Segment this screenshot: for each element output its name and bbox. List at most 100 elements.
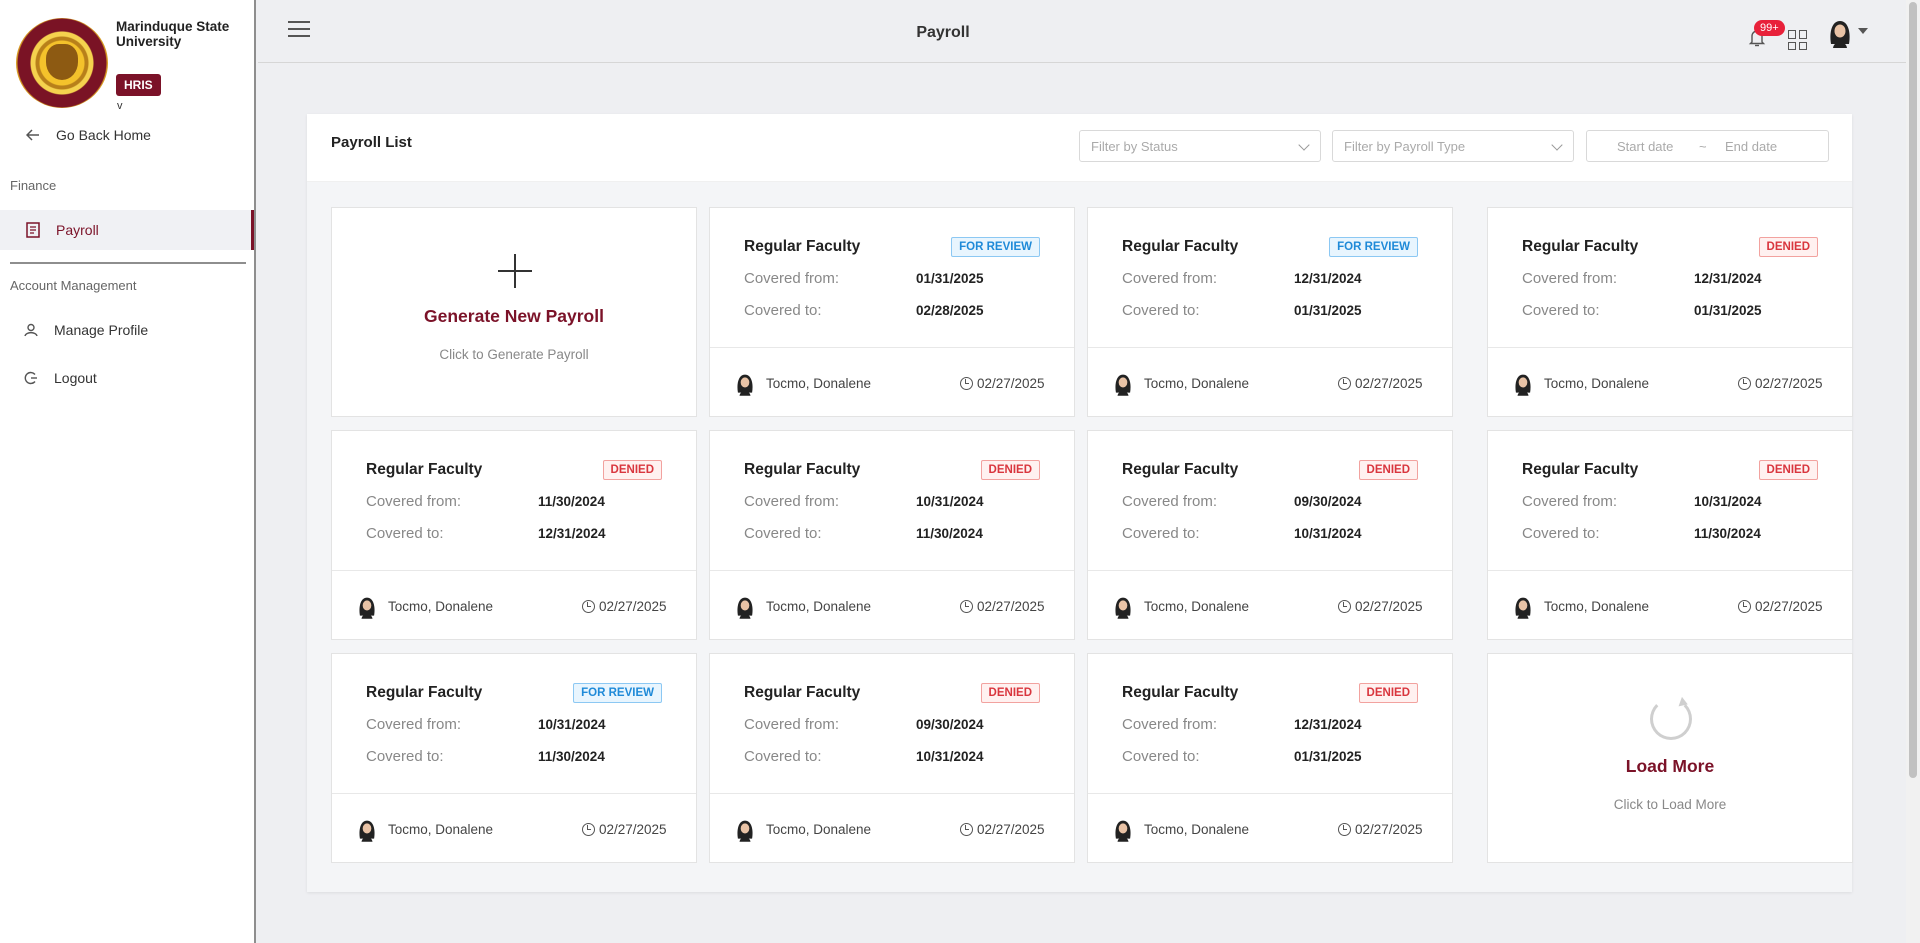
payroll-card-footer: Tocmo, Donalene 02/27/2025 [332, 572, 696, 640]
covered-to-value: 02/28/2025 [916, 303, 984, 318]
payroll-card-footer: Tocmo, Donalene 02/27/2025 [1088, 572, 1452, 640]
covered-from-value: 09/30/2024 [1294, 494, 1362, 509]
apps-grid-icon[interactable] [1788, 30, 1808, 50]
payroll-card[interactable]: Regular Faculty DENIED Covered from: 12/31/… [1487, 207, 1853, 417]
clock-icon [582, 823, 595, 836]
covered-to-value: 01/31/2025 [1294, 749, 1362, 764]
payroll-card[interactable]: Regular Faculty DENIED Covered from: 11/30/… [331, 430, 697, 640]
clock-icon [1738, 377, 1751, 390]
covered-from-label: Covered from: [744, 716, 840, 733]
sidebar-item-manage-profile[interactable]: Manage Profile [0, 310, 254, 350]
payroll-card[interactable]: Regular Faculty FOR REVIEW Covered from: 10… [331, 653, 697, 863]
covered-to-label: Covered to: [744, 748, 822, 765]
payroll-card-footer: Tocmo, Donalene 02/27/2025 [1488, 572, 1852, 640]
created-by-name: Tocmo, Donalene [1544, 376, 1650, 391]
status-badge: FOR REVIEW [573, 683, 662, 703]
chevron-down-icon [1298, 139, 1310, 151]
covered-from-value: 01/31/2025 [916, 271, 984, 286]
payroll-card[interactable]: Regular Faculty DENIED Covered from: 12/31/… [1087, 653, 1453, 863]
payroll-card-title: Regular Faculty [744, 684, 861, 701]
created-date: 02/27/2025 [1755, 376, 1823, 391]
covered-to-value: 11/30/2024 [916, 526, 983, 541]
payroll-card-body: Regular Faculty DENIED Covered from: 12/31/… [1088, 654, 1452, 794]
sidebar-divider [10, 262, 246, 264]
covered-from-label: Covered from: [1522, 493, 1618, 510]
covered-to-value: 12/31/2024 [538, 526, 606, 541]
status-badge: DENIED [1358, 683, 1418, 703]
sidebar-item-logout[interactable]: Logout [0, 358, 254, 398]
university-logo [16, 18, 108, 108]
logout-icon [22, 369, 40, 387]
status-filter-select[interactable]: Filter by Status [1079, 130, 1321, 162]
go-back-home-link[interactable]: Go Back Home [0, 115, 254, 155]
user-avatar [734, 372, 756, 396]
payroll-card-title: Regular Faculty [366, 684, 483, 701]
start-date-input[interactable]: Start date [1617, 139, 1673, 154]
covered-to-label: Covered to: [366, 748, 444, 765]
status-filter-placeholder: Filter by Status [1091, 139, 1178, 154]
covered-to-label: Covered to: [1522, 525, 1600, 542]
user-avatar[interactable] [1826, 18, 1854, 48]
chevron-down-icon[interactable] [1858, 28, 1868, 34]
user-avatar [1512, 595, 1534, 619]
clock-icon [1338, 823, 1351, 836]
covered-to-value: 11/30/2024 [538, 749, 605, 764]
covered-to-label: Covered to: [1122, 748, 1200, 765]
hris-badge: HRIS [116, 74, 161, 96]
load-more-card[interactable]: Load More Click to Load More [1487, 653, 1853, 863]
payroll-card-body: Regular Faculty FOR REVIEW Covered from: 10… [332, 654, 696, 794]
plus-icon [498, 254, 532, 288]
payroll-card[interactable]: Regular Faculty DENIED Covered from: 09/30/… [1087, 430, 1453, 640]
created-date: 02/27/2025 [1355, 599, 1423, 614]
notification-badge: 99+ [1754, 20, 1785, 36]
payroll-card[interactable]: Regular Faculty FOR REVIEW Covered from: 01… [709, 207, 1075, 417]
created-date: 02/27/2025 [599, 822, 667, 837]
clock-icon [960, 823, 973, 836]
payroll-card-title: Regular Faculty [1522, 238, 1639, 255]
user-avatar [1112, 372, 1134, 396]
covered-from-label: Covered from: [1122, 270, 1218, 287]
clock-icon [1338, 600, 1351, 613]
payroll-card-footer: Tocmo, Donalene 02/27/2025 [710, 795, 1074, 863]
payroll-card[interactable]: Regular Faculty DENIED Covered from: 10/31/… [709, 430, 1075, 640]
payroll-card-footer: Tocmo, Donalene 02/27/2025 [332, 795, 696, 863]
covered-to-value: 10/31/2024 [1294, 526, 1362, 541]
payroll-type-filter-select[interactable]: Filter by Payroll Type [1332, 130, 1574, 162]
load-more-subtitle: Click to Load More [1613, 797, 1727, 812]
payroll-list-panel: Payroll List Filter by Status Filter by … [307, 114, 1853, 892]
status-badge: FOR REVIEW [1329, 237, 1418, 257]
clock-icon [960, 377, 973, 390]
payroll-card[interactable]: Regular Faculty DENIED Covered from: 10/31/… [1487, 430, 1853, 640]
payroll-card-footer: Tocmo, Donalene 02/27/2025 [1088, 795, 1452, 863]
load-more-title: Load More [1625, 756, 1715, 776]
payroll-card-body: Regular Faculty FOR REVIEW Covered from: 12… [1088, 208, 1452, 348]
date-range-picker[interactable]: Start date ~ End date [1586, 130, 1829, 162]
page-scrollbar[interactable] [1906, 0, 1920, 943]
payroll-card[interactable]: Regular Faculty FOR REVIEW Covered from: 12… [1087, 207, 1453, 417]
payroll-card[interactable]: Regular Faculty DENIED Covered from: 09/30/… [709, 653, 1075, 863]
created-date: 02/27/2025 [599, 599, 667, 614]
payroll-card-title: Regular Faculty [1122, 238, 1239, 255]
clock-icon [960, 600, 973, 613]
covered-from-value: 10/31/2024 [1694, 494, 1762, 509]
covered-from-value: 12/31/2024 [1694, 271, 1762, 286]
panel-header: Payroll List Filter by Status Filter by … [307, 114, 1852, 182]
status-badge: DENIED [1758, 460, 1818, 480]
generate-payroll-subtitle: Click to Generate Payroll [439, 347, 589, 362]
status-badge: DENIED [980, 683, 1040, 703]
covered-from-label: Covered from: [1122, 493, 1218, 510]
sidebar: Marinduque State University HRIS v Go Ba… [0, 0, 256, 943]
brand: Marinduque State University HRIS v [16, 18, 256, 118]
payroll-card-title: Regular Faculty [1122, 461, 1239, 478]
user-avatar [1112, 595, 1134, 619]
created-date: 02/27/2025 [1755, 599, 1823, 614]
created-by-name: Tocmo, Donalene [388, 822, 494, 837]
sidebar-item-payroll[interactable]: Payroll [0, 210, 254, 250]
university-name: Marinduque State University [116, 19, 230, 49]
end-date-input[interactable]: End date [1725, 139, 1777, 154]
payroll-card-title: Regular Faculty [744, 461, 861, 478]
generate-payroll-card[interactable]: Generate New Payroll Click to Generate P… [331, 207, 697, 417]
created-by-name: Tocmo, Donalene [1144, 822, 1250, 837]
created-by-name: Tocmo, Donalene [766, 376, 872, 391]
payroll-type-filter-placeholder: Filter by Payroll Type [1344, 139, 1466, 154]
